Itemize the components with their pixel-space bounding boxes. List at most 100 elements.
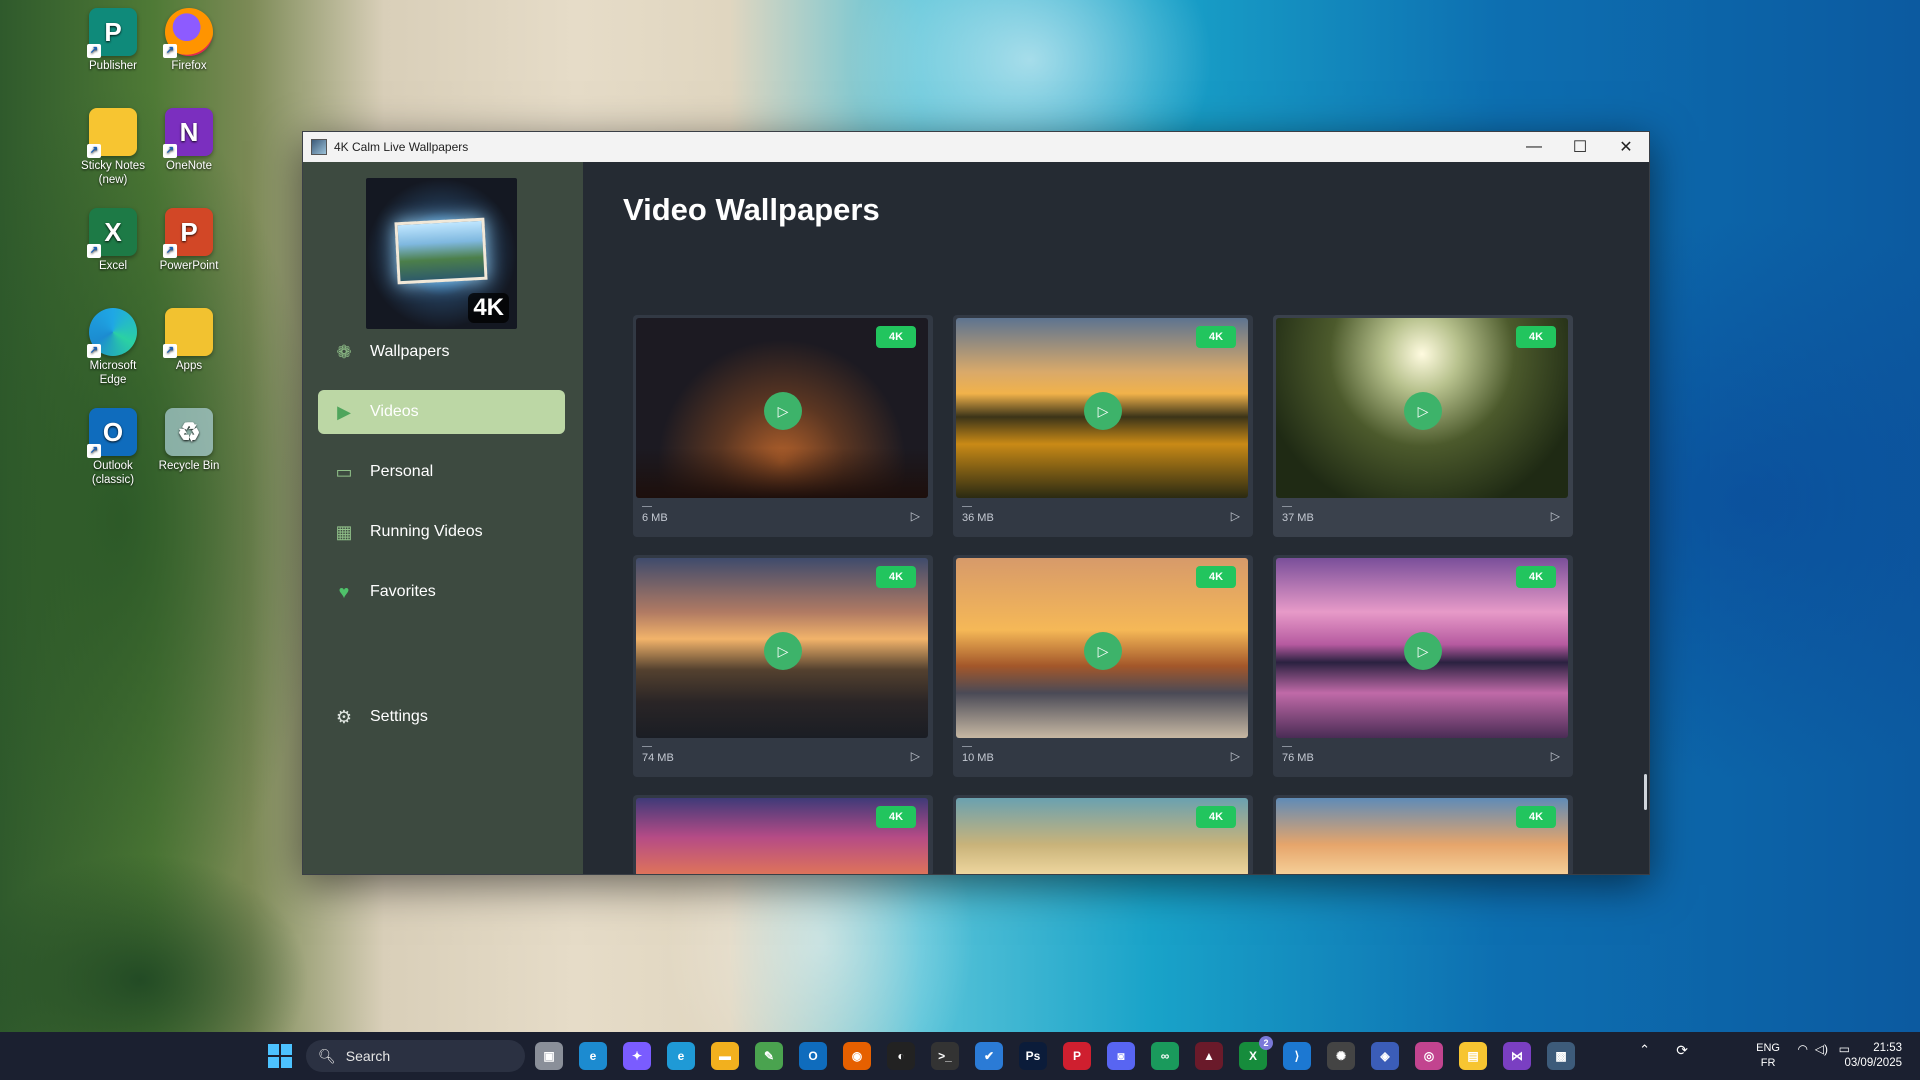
minimize-button[interactable]: — (1511, 132, 1557, 162)
quality-badge: 4K (1516, 566, 1556, 588)
desktop-icon[interactable]: P ↗ Publisher (74, 8, 152, 73)
title-bar: 4K Calm Live Wallpapers — ☐ ✕ (303, 132, 1649, 162)
video-thumbnail[interactable]: 4K ▷ (636, 558, 928, 738)
sync-icon[interactable]: ⟳ (1676, 1042, 1688, 1059)
play-icon[interactable]: ▷ (764, 632, 802, 670)
preview-play-icon[interactable]: ▷ (1231, 509, 1240, 523)
video-thumbnail[interactable]: 4K ▷ (636, 318, 928, 498)
shortcut-arrow-icon: ↗ (87, 244, 101, 258)
sidebar-item-favorites[interactable]: ♥ Favorites (318, 570, 565, 614)
video-thumbnail[interactable]: 4K ▷ (1276, 318, 1568, 498)
outlook-icon[interactable]: O (799, 1042, 827, 1070)
app-blue-icon[interactable]: ◈ (1371, 1042, 1399, 1070)
language-indicator[interactable]: ENG FR (1756, 1041, 1780, 1071)
photoshop-icon[interactable]: Ps (1019, 1042, 1047, 1070)
preview-play-icon[interactable]: ▷ (1231, 749, 1240, 763)
preview-play-icon[interactable]: ▷ (1551, 749, 1560, 763)
video-card[interactable]: 4K ▷ 37 MB ▷ (1273, 315, 1573, 537)
video-card[interactable]: 4K ▷ 6 MB ▷ (633, 315, 933, 537)
volume-icon[interactable]: ◁) (1815, 1042, 1828, 1056)
divider (1282, 506, 1292, 507)
todo-icon[interactable]: ✔ (975, 1042, 1003, 1070)
play-icon[interactable]: ▷ (764, 392, 802, 430)
desktop-icon[interactable]: ↗ Firefox (150, 8, 228, 73)
grid-icon: ▦ (335, 521, 353, 542)
video-thumbnail[interactable]: 4K (1276, 798, 1568, 874)
sticky-notes-icon[interactable]: ▤ (1459, 1042, 1487, 1070)
vscode-icon[interactable]: ⟩ (1283, 1042, 1311, 1070)
taskbar-search[interactable]: 🔍︎ Search (306, 1040, 525, 1072)
app-red-icon[interactable]: ▲ (1195, 1042, 1223, 1070)
sidebar-item-wallpapers[interactable]: ❁ Wallpapers (318, 330, 565, 374)
desktop-icon[interactable]: P ↗ PowerPoint (150, 208, 228, 273)
edge-icon[interactable]: e (579, 1042, 607, 1070)
shortcut-arrow-icon: ↗ (163, 44, 177, 58)
video-thumbnail[interactable]: 4K ▷ (956, 318, 1248, 498)
sidebar-item-videos[interactable]: ▶ Videos (318, 390, 565, 434)
xbox-icon[interactable]: X2 (1239, 1036, 1273, 1070)
close-button[interactable]: ✕ (1603, 132, 1649, 162)
terminal-icon[interactable]: >_ (931, 1042, 959, 1070)
visual-studio-icon[interactable]: ⋈ (1503, 1042, 1531, 1070)
sidebar-item-personal[interactable]: ▭ Personal (318, 450, 565, 494)
divider (962, 746, 972, 747)
sidebar-item-running-videos[interactable]: ▦ Running Videos (318, 510, 565, 554)
window-title: 4K Calm Live Wallpapers (334, 140, 469, 154)
video-card[interactable]: 4K ▷ 10 MB ▷ (953, 555, 1253, 777)
video-card[interactable]: 4K ▷ 74 MB ▷ (633, 555, 933, 777)
pinterest-icon[interactable]: P (1063, 1042, 1091, 1070)
video-card[interactable]: 4K ▷ 36 MB ▷ (953, 315, 1253, 537)
play-icon[interactable]: ▷ (1084, 632, 1122, 670)
video-thumbnail[interactable]: 4K ▷ (1276, 558, 1568, 738)
search-placeholder: Search (345, 1048, 391, 1064)
sidebar-item-label: Videos (370, 403, 419, 420)
maximize-button[interactable]: ☐ (1557, 132, 1603, 162)
task-view-icon[interactable]: ▣ (535, 1042, 563, 1070)
desktop-icon[interactable]: ♻ Recycle Bin (150, 408, 228, 473)
divider (642, 746, 652, 747)
desktop-icon[interactable]: ↗ Apps (150, 308, 228, 373)
video-card[interactable]: 4K (633, 795, 933, 874)
play-icon[interactable]: ▷ (1404, 392, 1442, 430)
desktop-icon-label: PowerPoint (159, 260, 219, 272)
video-thumbnail[interactable]: 4K (956, 798, 1248, 874)
heart-icon: ♥ (338, 581, 350, 602)
notepad-icon[interactable]: ✎ (755, 1042, 783, 1070)
app-icon[interactable]: ◐ (887, 1042, 915, 1070)
edge-dev-icon[interactable]: e (667, 1042, 695, 1070)
wifi-icon[interactable]: ◠ (1798, 1042, 1808, 1056)
play-icon[interactable]: ▷ (1404, 632, 1442, 670)
video-card[interactable]: 4K (953, 795, 1253, 874)
desktop-icon[interactable]: ↗ Sticky Notes (new) (74, 108, 152, 187)
desktop-icon[interactable]: X ↗ Excel (74, 208, 152, 273)
preview-play-icon[interactable]: ▷ (911, 509, 920, 523)
play-icon[interactable]: ▷ (1084, 392, 1122, 430)
wallpapers-icon: ❁ (336, 341, 352, 362)
quality-badge: 4K (1516, 806, 1556, 828)
preview-play-icon[interactable]: ▷ (911, 749, 920, 763)
app-pink-icon[interactable]: ◎ (1415, 1042, 1443, 1070)
chevron-up-icon[interactable]: ⌃ (1639, 1042, 1650, 1058)
wallpapers-app-icon[interactable]: ▩ (1547, 1042, 1575, 1070)
main-content: Video Wallpapers 4K ▷ 6 MB ▷ 4K ▷ 36 MB ▷ 4K ▷ 37 … (583, 162, 1649, 874)
file-explorer-icon[interactable]: ▬ (711, 1042, 739, 1070)
scrollbar[interactable] (1644, 774, 1647, 810)
app-green-icon[interactable]: ∞ (1151, 1042, 1179, 1070)
settings-nav-item[interactable]: ⚙ Settings (318, 695, 565, 739)
firefox-icon[interactable]: ◉ (843, 1042, 871, 1070)
time: 21:53 (1873, 1042, 1902, 1054)
preview-play-icon[interactable]: ▷ (1551, 509, 1560, 523)
clock[interactable]: 21:53 03/09/2025 (1844, 1041, 1902, 1071)
chatgpt-icon[interactable]: ✺ (1327, 1042, 1355, 1070)
desktop-icon[interactable]: O ↗ Outlook (classic) (74, 408, 152, 487)
video-thumbnail[interactable]: 4K (636, 798, 928, 874)
start-button[interactable] (268, 1044, 292, 1068)
video-card[interactable]: 4K (1273, 795, 1573, 874)
sidebar-item-label: Running Videos (370, 523, 483, 540)
desktop-icon[interactable]: ↗ Microsoft Edge (74, 308, 152, 387)
discord-icon[interactable]: ◙ (1107, 1042, 1135, 1070)
desktop-icon[interactable]: N ↗ OneNote (150, 108, 228, 173)
video-thumbnail[interactable]: 4K ▷ (956, 558, 1248, 738)
video-card[interactable]: 4K ▷ 76 MB ▷ (1273, 555, 1573, 777)
copilot-icon[interactable]: ✦ (623, 1042, 651, 1070)
